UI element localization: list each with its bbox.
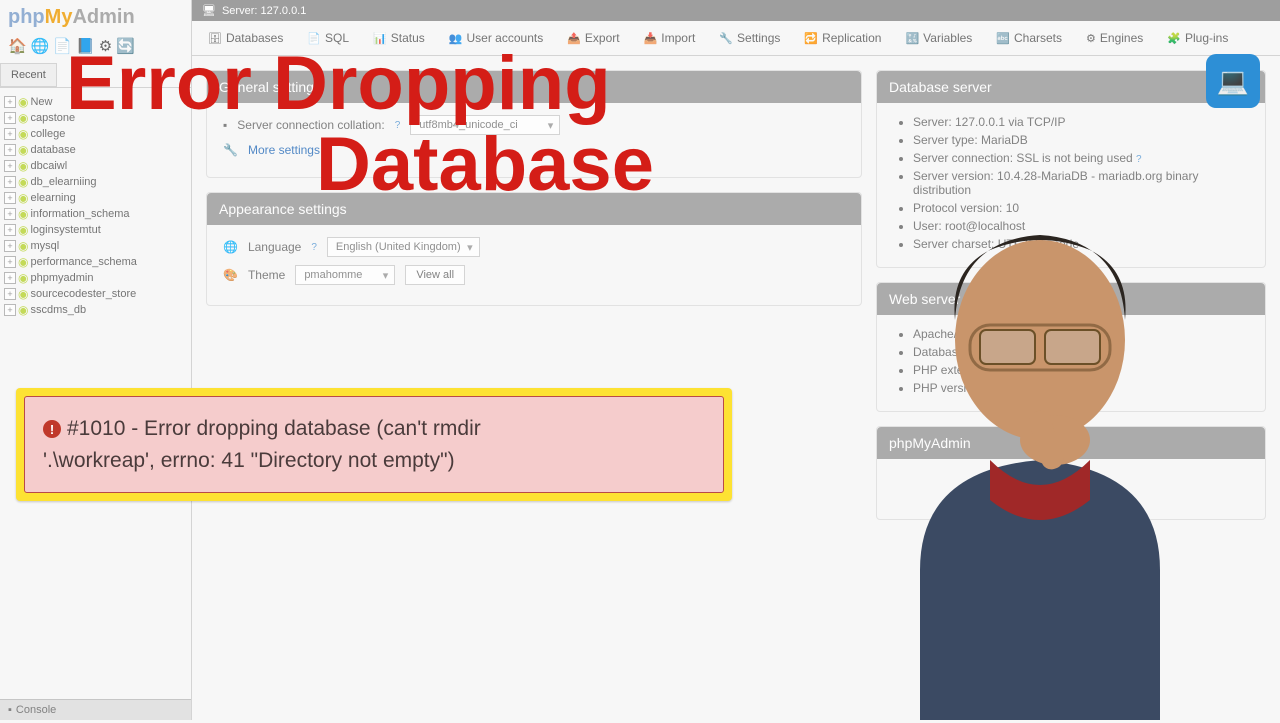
error-line1: #1010 - Error dropping database (can't r… — [67, 417, 481, 440]
theme-select[interactable]: pmahomme — [295, 265, 395, 285]
help-icon[interactable]: ? — [1136, 154, 1142, 165]
viewall-button[interactable]: View all — [405, 265, 465, 285]
server-info: Server version: 10.4.28-MariaDB - mariad… — [913, 169, 1249, 197]
engines-icon: ⚙ — [1086, 32, 1096, 45]
wrench-icon: 🔧 — [719, 32, 733, 45]
tab-charsets[interactable]: 🔤Charsets — [988, 27, 1070, 49]
server-icon: 🖥 — [202, 4, 216, 17]
db-item[interactable]: +◉mysql — [4, 238, 187, 254]
error-message-box: ! #1010 - Error dropping database (can't … — [16, 388, 732, 501]
tab-plugins[interactable]: 🧩Plug-ins — [1159, 27, 1236, 49]
theme-icon: 🎨 — [223, 268, 238, 282]
server-info: Server: 127.0.0.1 via TCP/IP — [913, 115, 1249, 129]
tab-variables[interactable]: 🔣Variables — [897, 27, 980, 49]
language-label: Language — [248, 240, 301, 254]
charsets-icon: 🔤 — [996, 32, 1010, 45]
tab-engines[interactable]: ⚙Engines — [1078, 27, 1151, 49]
error-icon: ! — [43, 420, 61, 438]
tab-replication[interactable]: 🔁Replication — [796, 27, 889, 49]
person-overlay — [860, 210, 1220, 720]
theme-label: Theme — [248, 268, 285, 282]
error-line2: '.\workreap', errno: 41 "Directory not e… — [43, 449, 455, 472]
db-item[interactable]: +◉information_schema — [4, 206, 187, 222]
console-icon: ▪ — [8, 704, 12, 716]
db-item[interactable]: +◉sscdms_db — [4, 302, 187, 318]
tab-recent[interactable]: Recent — [0, 63, 57, 87]
lang-icon: 🌐 — [223, 240, 238, 254]
plugins-icon: 🧩 — [1167, 32, 1181, 45]
globe-icon[interactable]: 🌐 — [31, 37, 50, 55]
watermark-logo: 💻 — [1206, 54, 1260, 108]
replication-icon: 🔁 — [804, 32, 818, 45]
db-item[interactable]: +◉phpmyadmin — [4, 270, 187, 286]
overlay-title: Error Dropping Database — [66, 44, 654, 205]
logo: phpMyAdmin — [0, 0, 191, 35]
server-label: Server: 127.0.0.1 — [222, 5, 306, 17]
server-info: Server type: MariaDB — [913, 133, 1249, 147]
server-bar: 🖥 Server: 127.0.0.1 — [192, 0, 1280, 21]
home-icon[interactable]: 🏠 — [8, 37, 27, 55]
db-item[interactable]: +◉performance_schema — [4, 254, 187, 270]
console-bar[interactable]: ▪ Console — [0, 699, 191, 720]
import-icon: 📥 — [644, 32, 658, 45]
console-label: Console — [16, 704, 56, 716]
variables-icon: 🔣 — [905, 32, 919, 45]
language-select[interactable]: English (United Kingdom) — [327, 237, 480, 257]
panel-appearance: Appearance settings 🌐 Language ? English… — [206, 192, 862, 306]
db-item[interactable]: +◉loginsystemtut — [4, 222, 187, 238]
tab-settings[interactable]: 🔧Settings — [711, 27, 788, 49]
help-icon[interactable]: ? — [311, 242, 317, 253]
server-info: Server connection: SSL is not being used… — [913, 151, 1249, 165]
db-item[interactable]: +◉sourcecodester_store — [4, 286, 187, 302]
